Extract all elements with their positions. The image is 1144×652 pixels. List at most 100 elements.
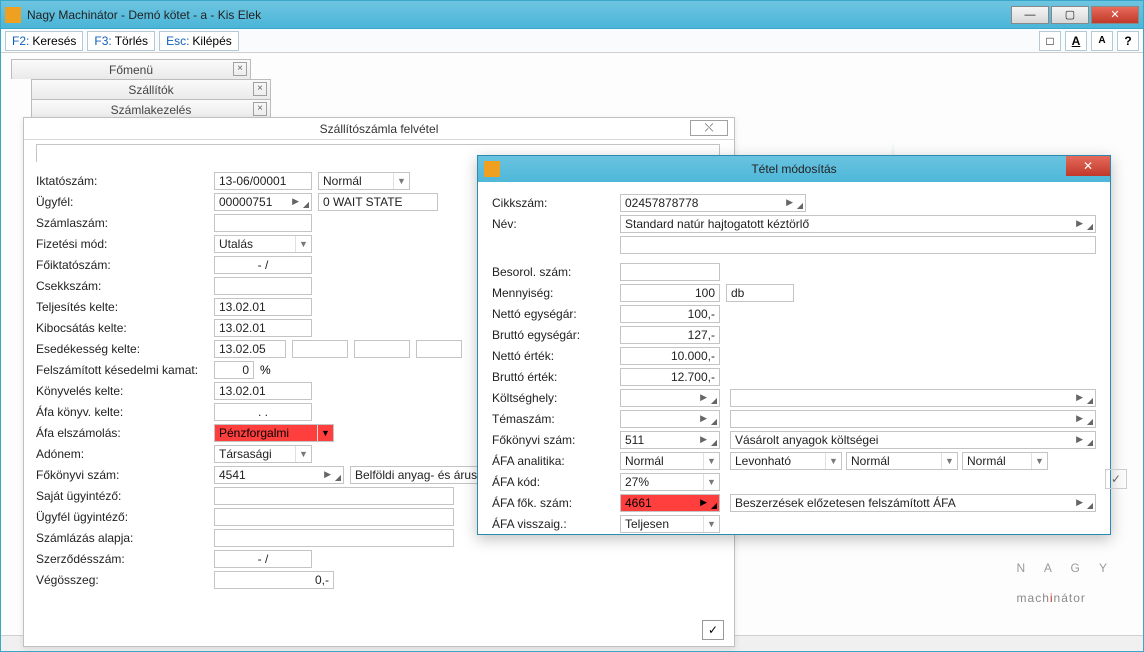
nettoert-input[interactable]: 10.000,-	[620, 347, 720, 365]
csekk-input[interactable]	[214, 277, 312, 295]
f3-delete-button[interactable]: F3:Törlés	[87, 31, 155, 51]
window-title: Nagy Machinátor - Demó kötet - a - Kis E…	[27, 8, 1011, 22]
afafok-input[interactable]: 4661▶◢	[620, 494, 720, 512]
corner-icon: ◢	[1087, 396, 1093, 405]
bruttoegy-input[interactable]: 127,-	[620, 326, 720, 344]
teljesites-input[interactable]: 13.02.01	[214, 298, 312, 316]
tema-desc[interactable]: ▶◢	[730, 410, 1096, 428]
close-button[interactable]: ✕	[1091, 6, 1139, 24]
nev-input[interactable]: Standard natúr hajtogatott kéztörlő▶◢	[620, 215, 1096, 233]
label-ugyfelugy: Ügyfél ügyintéző:	[36, 510, 214, 524]
font-small-icon[interactable]: A	[1091, 31, 1113, 51]
tab-szallitok[interactable]: Szállítók×	[31, 79, 271, 99]
esedekesseg3-input[interactable]	[354, 340, 410, 358]
label-bruttoegy: Bruttó egységár:	[492, 328, 620, 342]
afavissz-combo[interactable]: Teljesen▼	[620, 515, 720, 533]
sajatugy-input[interactable]	[214, 487, 454, 505]
ugyfel-name-input[interactable]: 0 WAIT STATE	[318, 193, 438, 211]
szlalap-input[interactable]	[214, 529, 454, 547]
koltseg-desc[interactable]: ▶◢	[730, 389, 1096, 407]
label-adonem: Adónem:	[36, 447, 214, 461]
bruttoert-input[interactable]: 12.700,-	[620, 368, 720, 386]
afafok-desc[interactable]: Beszerzések előzetesen felszámított ÁFA▶…	[730, 494, 1096, 512]
arrow-right-icon: ▶	[1076, 497, 1083, 508]
kibocsatas-input[interactable]: 13.02.01	[214, 319, 312, 337]
layout-icon[interactable]: □	[1039, 31, 1061, 51]
m-fokonyv-desc[interactable]: Vásárolt anyagok költségei▶◢	[730, 431, 1096, 449]
afaanal-combo[interactable]: Normál▼	[620, 452, 720, 470]
tab-close-icon[interactable]: ×	[253, 102, 267, 116]
chevron-down-icon: ▼	[941, 453, 957, 469]
corner-icon: ◢	[711, 396, 717, 405]
label-fizmod: Fizetési mód:	[36, 237, 214, 251]
afaanal3-combo[interactable]: Normál▼	[846, 452, 958, 470]
label-konyveles: Könyvelés kelte:	[36, 384, 214, 398]
mennyiseg-input[interactable]: 100	[620, 284, 720, 302]
form-close-icon[interactable]: ⤬	[690, 120, 728, 136]
koltseg-input[interactable]: ▶◢	[620, 389, 720, 407]
konyveles-input[interactable]: 13.02.01	[214, 382, 312, 400]
esedekesseg-input[interactable]: 13.02.05	[214, 340, 286, 358]
afakod-combo[interactable]: 27%▼	[620, 473, 720, 491]
confirm-button[interactable]: ✓	[702, 620, 724, 640]
fizmod-combo[interactable]: Utalás▼	[214, 235, 312, 253]
esedekesseg2-input[interactable]	[292, 340, 348, 358]
nettoegy-input[interactable]: 100,-	[620, 305, 720, 323]
main-window: Nagy Machinátor - Demó kötet - a - Kis E…	[0, 0, 1144, 652]
afaanal2-combo[interactable]: Levonható▼	[730, 452, 842, 470]
dialog-titlebar: Tétel módosítás ✕	[478, 156, 1110, 182]
adonem-combo[interactable]: Társasági▼	[214, 445, 312, 463]
arrow-right-icon: ▶	[1076, 434, 1083, 445]
szerzodes-input[interactable]: - /	[214, 550, 312, 568]
corner-icon: ◢	[711, 438, 717, 447]
label-ugyfel: Ügyfél:	[36, 195, 214, 209]
cikkszam-input[interactable]: 02457878778▶◢	[620, 194, 806, 212]
nev2-input[interactable]	[620, 236, 1096, 254]
font-big-icon[interactable]: A	[1065, 31, 1087, 51]
label-csekk: Csekkszám:	[36, 279, 214, 293]
tab-szamlakezeles[interactable]: Számlakezelés×	[31, 99, 271, 119]
tab-close-icon[interactable]: ×	[233, 62, 247, 76]
vegosszeg-input[interactable]: 0,-	[214, 571, 334, 589]
afakonyv-input[interactable]: . .	[214, 403, 312, 421]
fokonyv-input[interactable]: 4541▶◢	[214, 466, 344, 484]
label-cikkszam: Cikkszám:	[492, 196, 620, 210]
kesedelmi-input[interactable]: 0	[214, 361, 254, 379]
arrow-right-icon: ▶	[700, 413, 707, 424]
label-afafok: ÁFA fők. szám:	[492, 496, 620, 510]
afaelsz-combo[interactable]: Pénzforgalmi▼	[214, 424, 334, 442]
afaanal4-combo[interactable]: Normál▼	[962, 452, 1048, 470]
chevron-down-icon: ▼	[295, 446, 311, 462]
m-fokonyv-input[interactable]: 511▶◢	[620, 431, 720, 449]
tab-fomenu[interactable]: Főmenü×	[11, 59, 251, 79]
label-kibocsatas: Kibocsátás kelte:	[36, 321, 214, 335]
chevron-down-icon: ▼	[393, 173, 409, 189]
toolbar: F2:Keresés F3:Törlés Esc:Kilépés □ A A ?	[1, 29, 1143, 53]
label-afavissz: ÁFA visszaig.:	[492, 517, 620, 531]
esc-exit-button[interactable]: Esc:Kilépés	[159, 31, 239, 51]
f2-search-button[interactable]: F2:Keresés	[5, 31, 83, 51]
chevron-down-icon: ▼	[703, 453, 719, 469]
label-fokonyv: Főkönyvi szám:	[36, 468, 214, 482]
arrow-right-icon: ▶	[700, 497, 707, 508]
normal-combo[interactable]: Normál▼	[318, 172, 410, 190]
content-area: Főmenü× Szállítók× Számlakezelés× Szállí…	[1, 53, 1143, 635]
ugyfel-code-input[interactable]: 00000751▶◢	[214, 193, 312, 211]
label-szamlaszam: Számlaszám:	[36, 216, 214, 230]
tab-close-icon[interactable]: ×	[253, 82, 267, 96]
chevron-down-icon: ▼	[703, 516, 719, 532]
unit-input[interactable]: db	[726, 284, 794, 302]
minimize-button[interactable]: ―	[1011, 6, 1049, 24]
iktatoszam-input[interactable]: 13-06/00001	[214, 172, 312, 190]
tema-input[interactable]: ▶◢	[620, 410, 720, 428]
szamlaszam-input[interactable]	[214, 214, 312, 232]
arrow-right-icon: ▶	[292, 196, 299, 207]
foiktato-input[interactable]: - /	[214, 256, 312, 274]
maximize-button[interactable]: ▢	[1051, 6, 1089, 24]
ugyfelugy-input[interactable]	[214, 508, 454, 526]
bg-confirm-button[interactable]: ✓	[1105, 469, 1127, 489]
help-icon[interactable]: ?	[1117, 31, 1139, 51]
dialog-close-button[interactable]: ✕	[1066, 156, 1110, 176]
esedekesseg4-input[interactable]	[416, 340, 462, 358]
besorol-input[interactable]	[620, 263, 720, 281]
